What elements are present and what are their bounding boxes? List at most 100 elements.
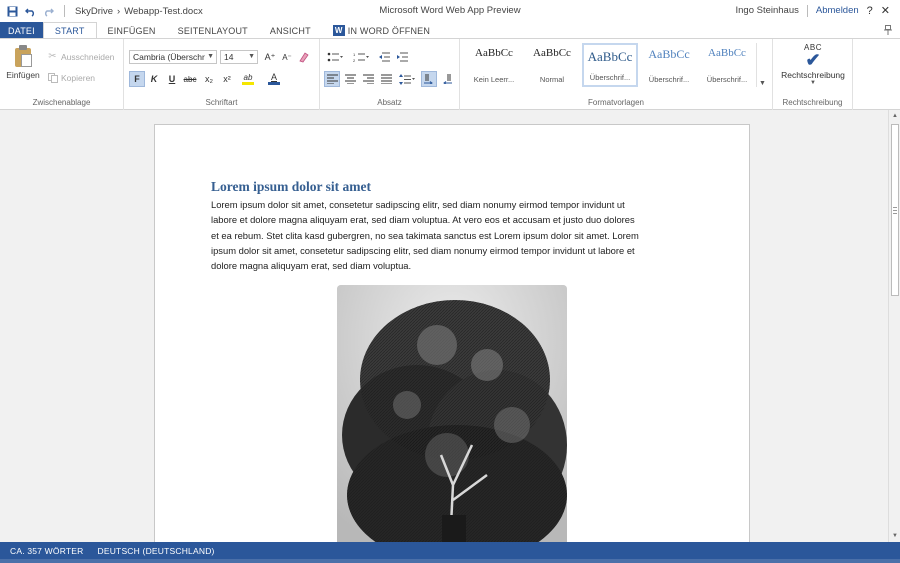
paste-label: Einfügen <box>6 70 40 80</box>
subscript-button[interactable]: x₂ <box>201 71 217 87</box>
title-bar: SkyDrive › Webapp-Test.docx Microsoft Wo… <box>0 0 900 22</box>
style-name: Normal <box>539 75 565 84</box>
body-line: dolore magna aliquyam erat, sed diam vol… <box>211 260 412 272</box>
increase-indent-icon[interactable] <box>394 49 410 65</box>
svg-text:1: 1 <box>353 52 356 57</box>
strikethrough-button[interactable]: abc <box>182 71 198 87</box>
decrease-indent-icon[interactable] <box>376 49 392 65</box>
body-line: labore et dolore magna aliquyam erat, se… <box>211 214 635 226</box>
style-sample: AaBbCc <box>475 47 513 59</box>
left-to-right-icon[interactable] <box>421 71 437 87</box>
chevron-down-icon: ▼ <box>810 80 816 86</box>
redo-icon[interactable] <box>42 5 54 17</box>
styles-more-button[interactable]: ▼ <box>756 43 768 87</box>
style-name: Überschrif... <box>589 73 631 82</box>
highlight-button[interactable]: ab <box>237 71 259 87</box>
status-bar: CA. 357 WÖRTER DEUTSCH (DEUTSCHLAND) <box>0 542 900 559</box>
align-center-icon[interactable] <box>342 71 358 87</box>
style-sample: AaBbCc <box>648 47 690 61</box>
style-heading-1[interactable]: AaBbCc Überschrif... <box>582 43 638 87</box>
font-name-value: Cambria (Überschr <box>133 52 205 62</box>
spelling-button[interactable]: ABC ✔ Rechtschreibung ▼ <box>778 43 848 91</box>
ribbon: Einfügen ✂ Ausschneiden Kopieren Zwische… <box>0 38 900 110</box>
style-heading-3[interactable]: AaBbCc Überschrif... <box>699 43 755 87</box>
scissors-icon: ✂ <box>48 51 57 62</box>
scroll-thumb[interactable] <box>891 124 899 296</box>
font-color-swatch <box>268 82 280 85</box>
chevron-down-icon: ▼ <box>207 53 214 60</box>
save-icon[interactable] <box>6 5 18 17</box>
copy-icon <box>47 72 58 83</box>
vertical-scrollbar[interactable]: ▲ ▼ <box>888 110 900 542</box>
style-sample: AaBbCc <box>708 47 746 59</box>
ribbon-tabs: DATEI START EINFÜGEN SEITENLAYOUT ANSICH… <box>0 22 900 39</box>
font-size-select[interactable]: 14 ▼ <box>220 50 258 64</box>
breadcrumb-document: Webapp-Test.docx <box>124 5 203 17</box>
highlight-swatch <box>242 82 254 85</box>
breadcrumb: SkyDrive › Webapp-Test.docx <box>75 6 203 17</box>
user-name[interactable]: Ingo Steinhaus <box>735 5 798 16</box>
superscript-button[interactable]: x² <box>219 71 235 87</box>
style-sample: AaBbCc <box>533 47 571 59</box>
help-icon[interactable]: ? <box>867 5 873 17</box>
font-name-select[interactable]: Cambria (Überschr ▼ <box>129 50 217 64</box>
bold-button[interactable]: F <box>129 71 145 87</box>
open-in-word-button[interactable]: W IN WORD ÖFFNEN <box>322 22 441 39</box>
cut-label: Ausschneiden <box>61 51 115 62</box>
scroll-up-icon[interactable]: ▲ <box>889 110 900 122</box>
copy-button[interactable]: Kopieren <box>47 72 95 83</box>
toolbar-divider <box>64 5 65 17</box>
style-name: Kein Leerr... <box>473 75 515 84</box>
pin-ribbon-icon[interactable] <box>884 25 892 38</box>
proofing-group: ABC ✔ Rechtschreibung ▼ Rechtschreibung <box>773 39 853 110</box>
breadcrumb-skydrive[interactable]: SkyDrive <box>75 6 113 17</box>
clipboard-group-label: Zwischenablage <box>32 98 91 107</box>
tab-insert[interactable]: EINFÜGEN <box>97 22 167 39</box>
paragraph-group-label: Absatz <box>377 98 402 107</box>
proofing-group-label: Rechtschreibung <box>782 98 843 107</box>
numbered-list-icon[interactable]: 12 <box>350 49 372 65</box>
style-normal[interactable]: AaBbCc Normal <box>524 43 580 87</box>
right-to-left-icon[interactable] <box>439 71 455 87</box>
clear-format-icon[interactable] <box>296 49 312 65</box>
open-in-word-label: IN WORD ÖFFNEN <box>347 25 431 36</box>
styles-group-label: Formatvorlagen <box>587 98 645 107</box>
scroll-down-icon[interactable]: ▼ <box>889 530 900 542</box>
body-line: et ea rebum. Stet clita kasd gubergren, … <box>211 229 639 241</box>
font-color-label: A <box>270 72 277 82</box>
style-heading-2[interactable]: AaBbCc Überschrif... <box>641 43 697 87</box>
align-right-icon[interactable] <box>360 71 376 87</box>
clipboard-group: Einfügen ✂ Ausschneiden Kopieren Zwische… <box>0 39 124 110</box>
align-left-icon[interactable] <box>324 71 340 87</box>
tab-page-layout[interactable]: SEITENLAYOUT <box>167 22 259 39</box>
word-count[interactable]: CA. 357 WÖRTER <box>10 546 84 556</box>
underline-button[interactable]: U <box>164 71 180 87</box>
tab-start[interactable]: START <box>42 22 97 39</box>
word-icon: W <box>332 25 345 36</box>
body-line: Lorem ipsum dolor sit amet, consetetur s… <box>211 199 625 210</box>
body-line: ipsum dolor sit amet, consetetur sadipsc… <box>211 244 635 256</box>
style-sample: AaBbCc <box>587 49 633 64</box>
tree-engraving-image[interactable] <box>337 285 567 542</box>
italic-button[interactable]: K <box>146 71 162 87</box>
checkmark-icon: ✔ <box>805 50 821 70</box>
cut-button[interactable]: ✂ Ausschneiden <box>47 51 114 62</box>
signout-link[interactable]: Abmelden <box>816 5 859 16</box>
style-no-spacing[interactable]: AaBbCc Kein Leerr... <box>466 43 522 87</box>
grow-font-button[interactable]: A⁺ <box>262 49 278 65</box>
tab-view[interactable]: ANSICHT <box>259 22 322 39</box>
tab-file[interactable]: DATEI <box>0 22 43 39</box>
font-color-button[interactable]: A <box>263 71 285 87</box>
line-spacing-icon[interactable] <box>396 71 418 87</box>
paste-button[interactable]: Einfügen <box>4 45 42 87</box>
undo-icon[interactable] <box>24 5 36 17</box>
shrink-font-button[interactable]: A⁻ <box>279 49 295 65</box>
close-icon[interactable]: ✕ <box>881 4 890 17</box>
document-page[interactable]: Lorem ipsum dolor sit amet Lorem ipsum d… <box>154 124 750 542</box>
document-body[interactable]: Lorem ipsum dolor sit amet, consetetur s… <box>211 197 695 273</box>
bullet-list-icon[interactable] <box>324 49 346 65</box>
document-canvas[interactable]: Lorem ipsum dolor sit amet Lorem ipsum d… <box>0 110 888 542</box>
language-indicator[interactable]: DEUTSCH (DEUTSCHLAND) <box>98 546 215 556</box>
document-heading[interactable]: Lorem ipsum dolor sit amet <box>211 179 371 195</box>
justify-icon[interactable] <box>378 71 394 87</box>
